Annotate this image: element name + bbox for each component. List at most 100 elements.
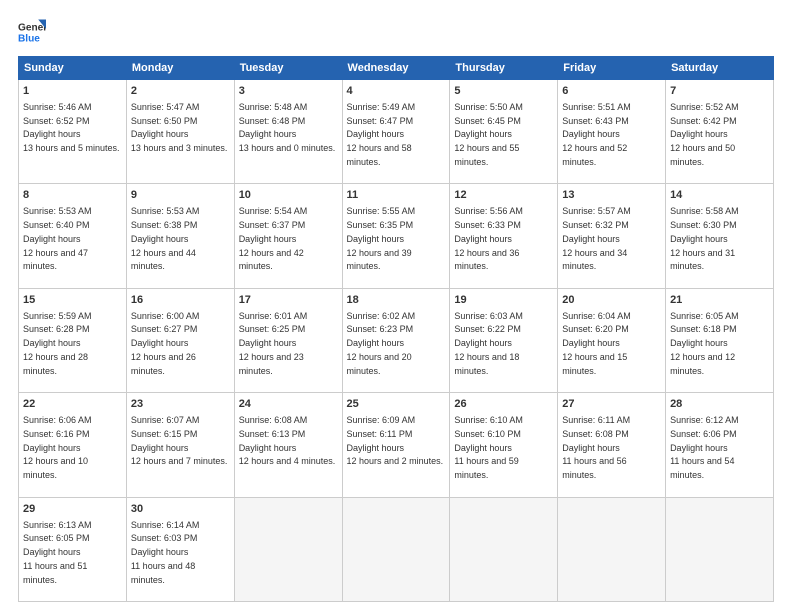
day-info: Sunrise: 6:14 AMSunset: 6:03 PMDaylight … bbox=[131, 520, 200, 585]
day-number: 18 bbox=[347, 293, 446, 309]
day-number: 19 bbox=[454, 293, 553, 309]
day-info: Sunrise: 6:03 AMSunset: 6:22 PMDaylight … bbox=[454, 311, 523, 376]
day-info: Sunrise: 6:04 AMSunset: 6:20 PMDaylight … bbox=[562, 311, 631, 376]
day-number: 23 bbox=[131, 397, 230, 413]
day-cell: 20 Sunrise: 6:04 AMSunset: 6:20 PMDaylig… bbox=[558, 288, 666, 392]
header-thursday: Thursday bbox=[450, 57, 558, 80]
day-info: Sunrise: 5:52 AMSunset: 6:42 PMDaylight … bbox=[670, 102, 739, 167]
day-cell bbox=[666, 497, 774, 601]
day-number: 27 bbox=[562, 397, 661, 413]
day-number: 6 bbox=[562, 84, 661, 100]
day-info: Sunrise: 6:00 AMSunset: 6:27 PMDaylight … bbox=[131, 311, 200, 376]
day-cell: 19 Sunrise: 6:03 AMSunset: 6:22 PMDaylig… bbox=[450, 288, 558, 392]
day-cell: 24 Sunrise: 6:08 AMSunset: 6:13 PMDaylig… bbox=[234, 393, 342, 497]
day-number: 8 bbox=[23, 188, 122, 204]
day-cell: 9 Sunrise: 5:53 AMSunset: 6:38 PMDayligh… bbox=[126, 184, 234, 288]
day-cell: 13 Sunrise: 5:57 AMSunset: 6:32 PMDaylig… bbox=[558, 184, 666, 288]
day-info: Sunrise: 6:13 AMSunset: 6:05 PMDaylight … bbox=[23, 520, 92, 585]
day-cell: 10 Sunrise: 5:54 AMSunset: 6:37 PMDaylig… bbox=[234, 184, 342, 288]
day-info: Sunrise: 5:59 AMSunset: 6:28 PMDaylight … bbox=[23, 311, 92, 376]
day-info: Sunrise: 6:02 AMSunset: 6:23 PMDaylight … bbox=[347, 311, 416, 376]
day-cell: 5 Sunrise: 5:50 AMSunset: 6:45 PMDayligh… bbox=[450, 80, 558, 184]
header-saturday: Saturday bbox=[666, 57, 774, 80]
day-number: 12 bbox=[454, 188, 553, 204]
day-info: Sunrise: 5:48 AMSunset: 6:48 PMDaylight … bbox=[239, 102, 336, 153]
day-number: 24 bbox=[239, 397, 338, 413]
logo: General Blue bbox=[18, 18, 46, 46]
day-number: 10 bbox=[239, 188, 338, 204]
day-cell bbox=[342, 497, 450, 601]
day-number: 29 bbox=[23, 502, 122, 518]
day-number: 2 bbox=[131, 84, 230, 100]
week-row-1: 1 Sunrise: 5:46 AMSunset: 6:52 PMDayligh… bbox=[19, 80, 774, 184]
day-info: Sunrise: 5:55 AMSunset: 6:35 PMDaylight … bbox=[347, 206, 416, 271]
day-number: 7 bbox=[670, 84, 769, 100]
day-info: Sunrise: 5:57 AMSunset: 6:32 PMDaylight … bbox=[562, 206, 631, 271]
header: General Blue bbox=[18, 18, 774, 46]
day-cell bbox=[234, 497, 342, 601]
day-info: Sunrise: 6:10 AMSunset: 6:10 PMDaylight … bbox=[454, 415, 523, 480]
day-number: 22 bbox=[23, 397, 122, 413]
day-info: Sunrise: 6:07 AMSunset: 6:15 PMDaylight … bbox=[131, 415, 228, 466]
day-cell: 3 Sunrise: 5:48 AMSunset: 6:48 PMDayligh… bbox=[234, 80, 342, 184]
day-info: Sunrise: 6:12 AMSunset: 6:06 PMDaylight … bbox=[670, 415, 739, 480]
day-info: Sunrise: 6:08 AMSunset: 6:13 PMDaylight … bbox=[239, 415, 336, 466]
day-number: 15 bbox=[23, 293, 122, 309]
day-cell: 15 Sunrise: 5:59 AMSunset: 6:28 PMDaylig… bbox=[19, 288, 127, 392]
day-cell: 21 Sunrise: 6:05 AMSunset: 6:18 PMDaylig… bbox=[666, 288, 774, 392]
svg-text:General: General bbox=[18, 22, 46, 33]
day-cell bbox=[450, 497, 558, 601]
svg-text:Blue: Blue bbox=[18, 33, 40, 44]
day-cell: 27 Sunrise: 6:11 AMSunset: 6:08 PMDaylig… bbox=[558, 393, 666, 497]
day-cell: 14 Sunrise: 5:58 AMSunset: 6:30 PMDaylig… bbox=[666, 184, 774, 288]
day-number: 14 bbox=[670, 188, 769, 204]
day-number: 5 bbox=[454, 84, 553, 100]
day-number: 17 bbox=[239, 293, 338, 309]
day-info: Sunrise: 5:50 AMSunset: 6:45 PMDaylight … bbox=[454, 102, 523, 167]
day-info: Sunrise: 5:54 AMSunset: 6:37 PMDaylight … bbox=[239, 206, 308, 271]
day-info: Sunrise: 5:56 AMSunset: 6:33 PMDaylight … bbox=[454, 206, 523, 271]
day-cell: 2 Sunrise: 5:47 AMSunset: 6:50 PMDayligh… bbox=[126, 80, 234, 184]
day-cell: 28 Sunrise: 6:12 AMSunset: 6:06 PMDaylig… bbox=[666, 393, 774, 497]
day-info: Sunrise: 6:01 AMSunset: 6:25 PMDaylight … bbox=[239, 311, 308, 376]
header-tuesday: Tuesday bbox=[234, 57, 342, 80]
week-row-2: 8 Sunrise: 5:53 AMSunset: 6:40 PMDayligh… bbox=[19, 184, 774, 288]
day-cell: 18 Sunrise: 6:02 AMSunset: 6:23 PMDaylig… bbox=[342, 288, 450, 392]
day-cell: 22 Sunrise: 6:06 AMSunset: 6:16 PMDaylig… bbox=[19, 393, 127, 497]
day-info: Sunrise: 6:06 AMSunset: 6:16 PMDaylight … bbox=[23, 415, 92, 480]
day-info: Sunrise: 6:05 AMSunset: 6:18 PMDaylight … bbox=[670, 311, 739, 376]
day-number: 25 bbox=[347, 397, 446, 413]
day-cell: 7 Sunrise: 5:52 AMSunset: 6:42 PMDayligh… bbox=[666, 80, 774, 184]
day-number: 26 bbox=[454, 397, 553, 413]
day-info: Sunrise: 6:11 AMSunset: 6:08 PMDaylight … bbox=[562, 415, 630, 480]
week-row-5: 29 Sunrise: 6:13 AMSunset: 6:05 PMDaylig… bbox=[19, 497, 774, 601]
day-number: 1 bbox=[23, 84, 122, 100]
day-number: 16 bbox=[131, 293, 230, 309]
day-number: 28 bbox=[670, 397, 769, 413]
day-cell: 17 Sunrise: 6:01 AMSunset: 6:25 PMDaylig… bbox=[234, 288, 342, 392]
day-cell: 12 Sunrise: 5:56 AMSunset: 6:33 PMDaylig… bbox=[450, 184, 558, 288]
week-row-4: 22 Sunrise: 6:06 AMSunset: 6:16 PMDaylig… bbox=[19, 393, 774, 497]
header-monday: Monday bbox=[126, 57, 234, 80]
week-row-3: 15 Sunrise: 5:59 AMSunset: 6:28 PMDaylig… bbox=[19, 288, 774, 392]
day-cell: 4 Sunrise: 5:49 AMSunset: 6:47 PMDayligh… bbox=[342, 80, 450, 184]
day-number: 9 bbox=[131, 188, 230, 204]
day-cell: 1 Sunrise: 5:46 AMSunset: 6:52 PMDayligh… bbox=[19, 80, 127, 184]
day-number: 21 bbox=[670, 293, 769, 309]
day-cell: 16 Sunrise: 6:00 AMSunset: 6:27 PMDaylig… bbox=[126, 288, 234, 392]
day-cell bbox=[558, 497, 666, 601]
calendar-table: SundayMondayTuesdayWednesdayThursdayFrid… bbox=[18, 56, 774, 602]
day-cell: 6 Sunrise: 5:51 AMSunset: 6:43 PMDayligh… bbox=[558, 80, 666, 184]
day-number: 4 bbox=[347, 84, 446, 100]
day-info: Sunrise: 5:53 AMSunset: 6:38 PMDaylight … bbox=[131, 206, 200, 271]
day-number: 30 bbox=[131, 502, 230, 518]
day-number: 3 bbox=[239, 84, 338, 100]
day-cell: 25 Sunrise: 6:09 AMSunset: 6:11 PMDaylig… bbox=[342, 393, 450, 497]
calendar-header-row: SundayMondayTuesdayWednesdayThursdayFrid… bbox=[19, 57, 774, 80]
day-info: Sunrise: 5:49 AMSunset: 6:47 PMDaylight … bbox=[347, 102, 416, 167]
day-cell: 8 Sunrise: 5:53 AMSunset: 6:40 PMDayligh… bbox=[19, 184, 127, 288]
day-info: Sunrise: 5:47 AMSunset: 6:50 PMDaylight … bbox=[131, 102, 228, 153]
day-cell: 26 Sunrise: 6:10 AMSunset: 6:10 PMDaylig… bbox=[450, 393, 558, 497]
day-info: Sunrise: 6:09 AMSunset: 6:11 PMDaylight … bbox=[347, 415, 444, 466]
day-number: 20 bbox=[562, 293, 661, 309]
